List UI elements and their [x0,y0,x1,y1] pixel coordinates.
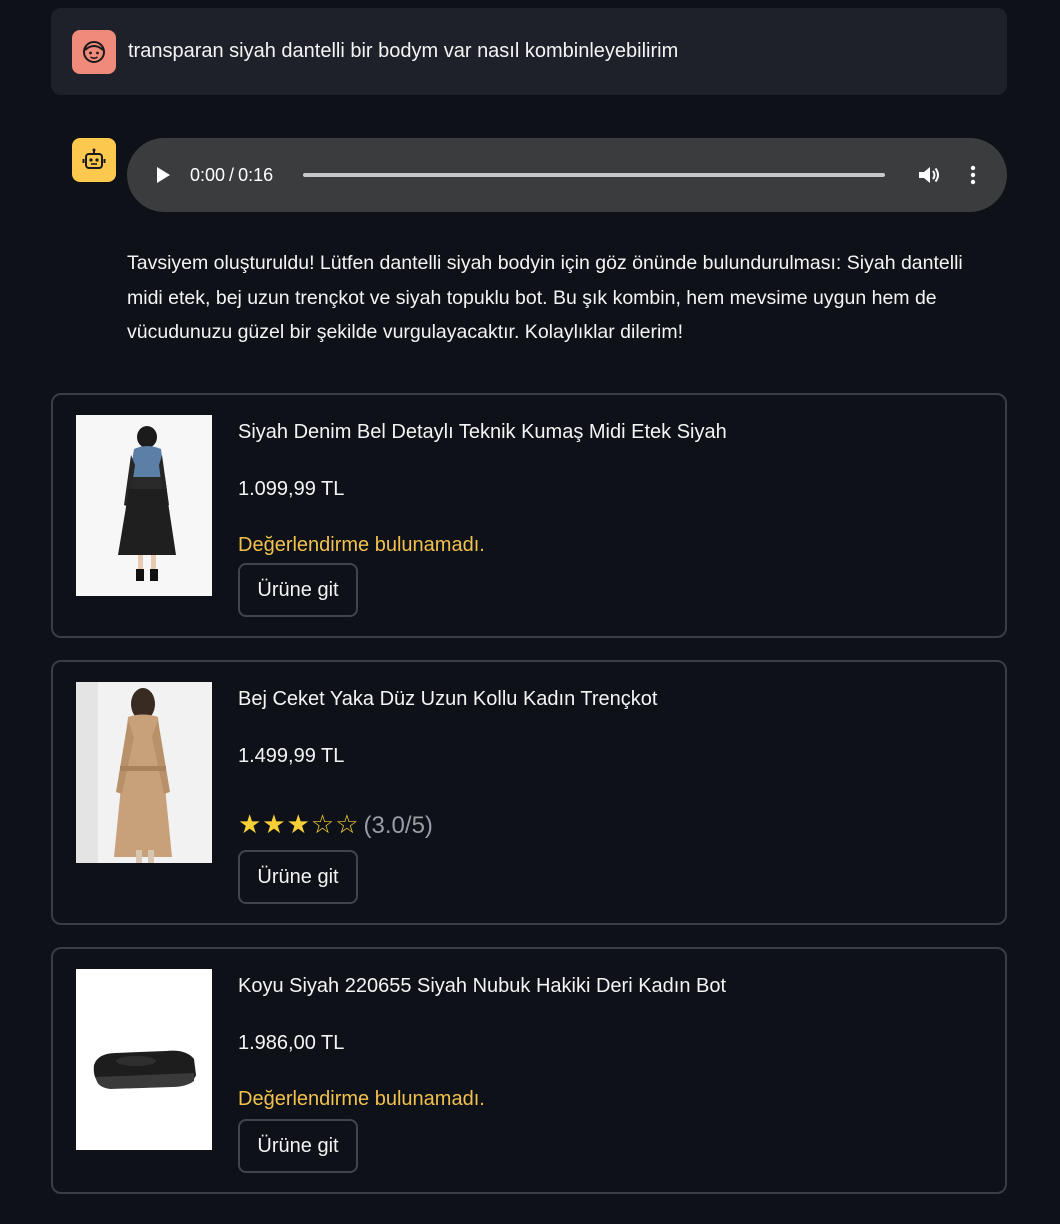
bot-avatar-icon [72,138,116,182]
more-vertical-icon[interactable] [967,164,979,191]
go-to-product-button[interactable]: Ürüne git [238,1119,358,1173]
no-rating-text: Değerlendirme bulunamadı. [238,1088,485,1110]
product-card: Koyu Siyah 220655 Siyah Nubuk Hakiki Der… [51,947,1007,1194]
product-title: Koyu Siyah 220655 Siyah Nubuk Hakiki Der… [238,975,727,997]
product-card: Siyah Denim Bel Detaylı Teknik Kumaş Mid… [51,393,1007,638]
skirt-product-image [76,415,212,596]
product-rating: ★★★☆☆ (3.0/5) [238,809,433,841]
audio-time-separator: / [229,165,235,185]
audio-player[interactable]: 0:00/0:16 [127,138,1007,212]
product-price: 1.499,99 TL [238,745,345,767]
star-rating-icon: ★★★☆☆ [238,809,360,839]
boot-product-image [76,969,212,1150]
go-to-product-button[interactable]: Ürüne git [238,563,358,617]
product-price: 1.099,99 TL [238,478,345,500]
user-avatar-icon [72,30,116,74]
user-message-text: transparan siyah dantelli bir bodym var … [128,40,679,62]
product-card: Bej Ceket Yaka Düz Uzun Kollu Kadın Tren… [51,660,1007,925]
product-price: 1.986,00 TL [238,1032,345,1054]
product-title: Bej Ceket Yaka Düz Uzun Kollu Kadın Tren… [238,688,658,710]
volume-icon[interactable] [917,164,941,191]
audio-time: 0:00/0:16 [190,164,273,186]
audio-current-time: 0:00 [190,165,226,185]
product-title: Siyah Denim Bel Detaylı Teknik Kumaş Mid… [238,421,727,443]
audio-progress-bar[interactable] [303,173,885,177]
bot-message-text: Tavsiyem oluşturuldu! Lütfen dantelli si… [127,252,963,343]
go-to-product-button[interactable]: Ürüne git [238,850,358,904]
user-message: transparan siyah dantelli bir bodym var … [51,8,1007,95]
play-icon[interactable] [157,167,170,183]
audio-duration: 0:16 [238,165,274,185]
trenchcoat-product-image [76,682,212,863]
rating-score: (3.0/5) [363,812,433,839]
no-rating-text: Değerlendirme bulunamadı. [238,534,485,556]
